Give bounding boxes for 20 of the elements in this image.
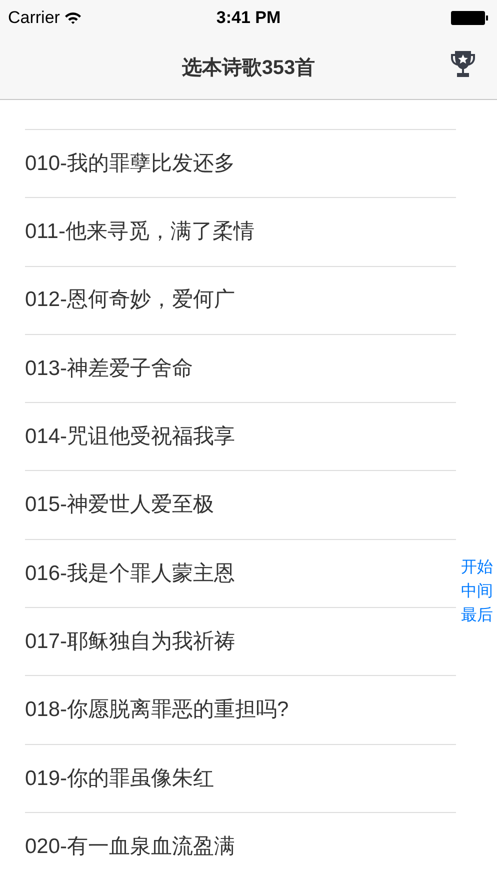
trophy-icon[interactable] [450, 50, 476, 78]
song-item[interactable]: 019-你的罪虽像朱红 [25, 744, 456, 812]
navigation-title: 选本诗歌353首 [182, 56, 316, 80]
section-index-link[interactable]: 开始 [461, 556, 493, 580]
song-item[interactable]: 016-我是个罪人蒙主恩 [25, 538, 456, 608]
song-item[interactable]: 013-神差爱子舍命 [25, 334, 456, 402]
song-item[interactable]: 014-咒诅他受祝福我享 [25, 402, 456, 470]
song-item[interactable]: 017-耶稣独自为我祈祷 [25, 607, 456, 676]
section-index-link[interactable]: 中间 [461, 580, 493, 604]
song-item[interactable]: 010-我的罪孽比发还多 [25, 129, 456, 198]
song-item[interactable]: 011-他来寻觅，满了柔情 [25, 197, 456, 266]
song-item[interactable]: 012-恩何奇妙，爱何广 [25, 266, 456, 334]
song-item[interactable]: 018-你愿脱离罪恶的重担吗? [25, 675, 456, 744]
song-item[interactable]: 015-神爱世人爱至极 [25, 470, 456, 539]
section-index-link[interactable]: 最后 [461, 604, 493, 628]
clock-label: 3:41 PM [216, 7, 281, 30]
song-item[interactable]: 020-有一血泉血流盈满 [25, 812, 456, 880]
carrier-label: Carrier [8, 7, 60, 30]
battery-icon [451, 10, 489, 26]
wifi-icon [64, 11, 82, 25]
